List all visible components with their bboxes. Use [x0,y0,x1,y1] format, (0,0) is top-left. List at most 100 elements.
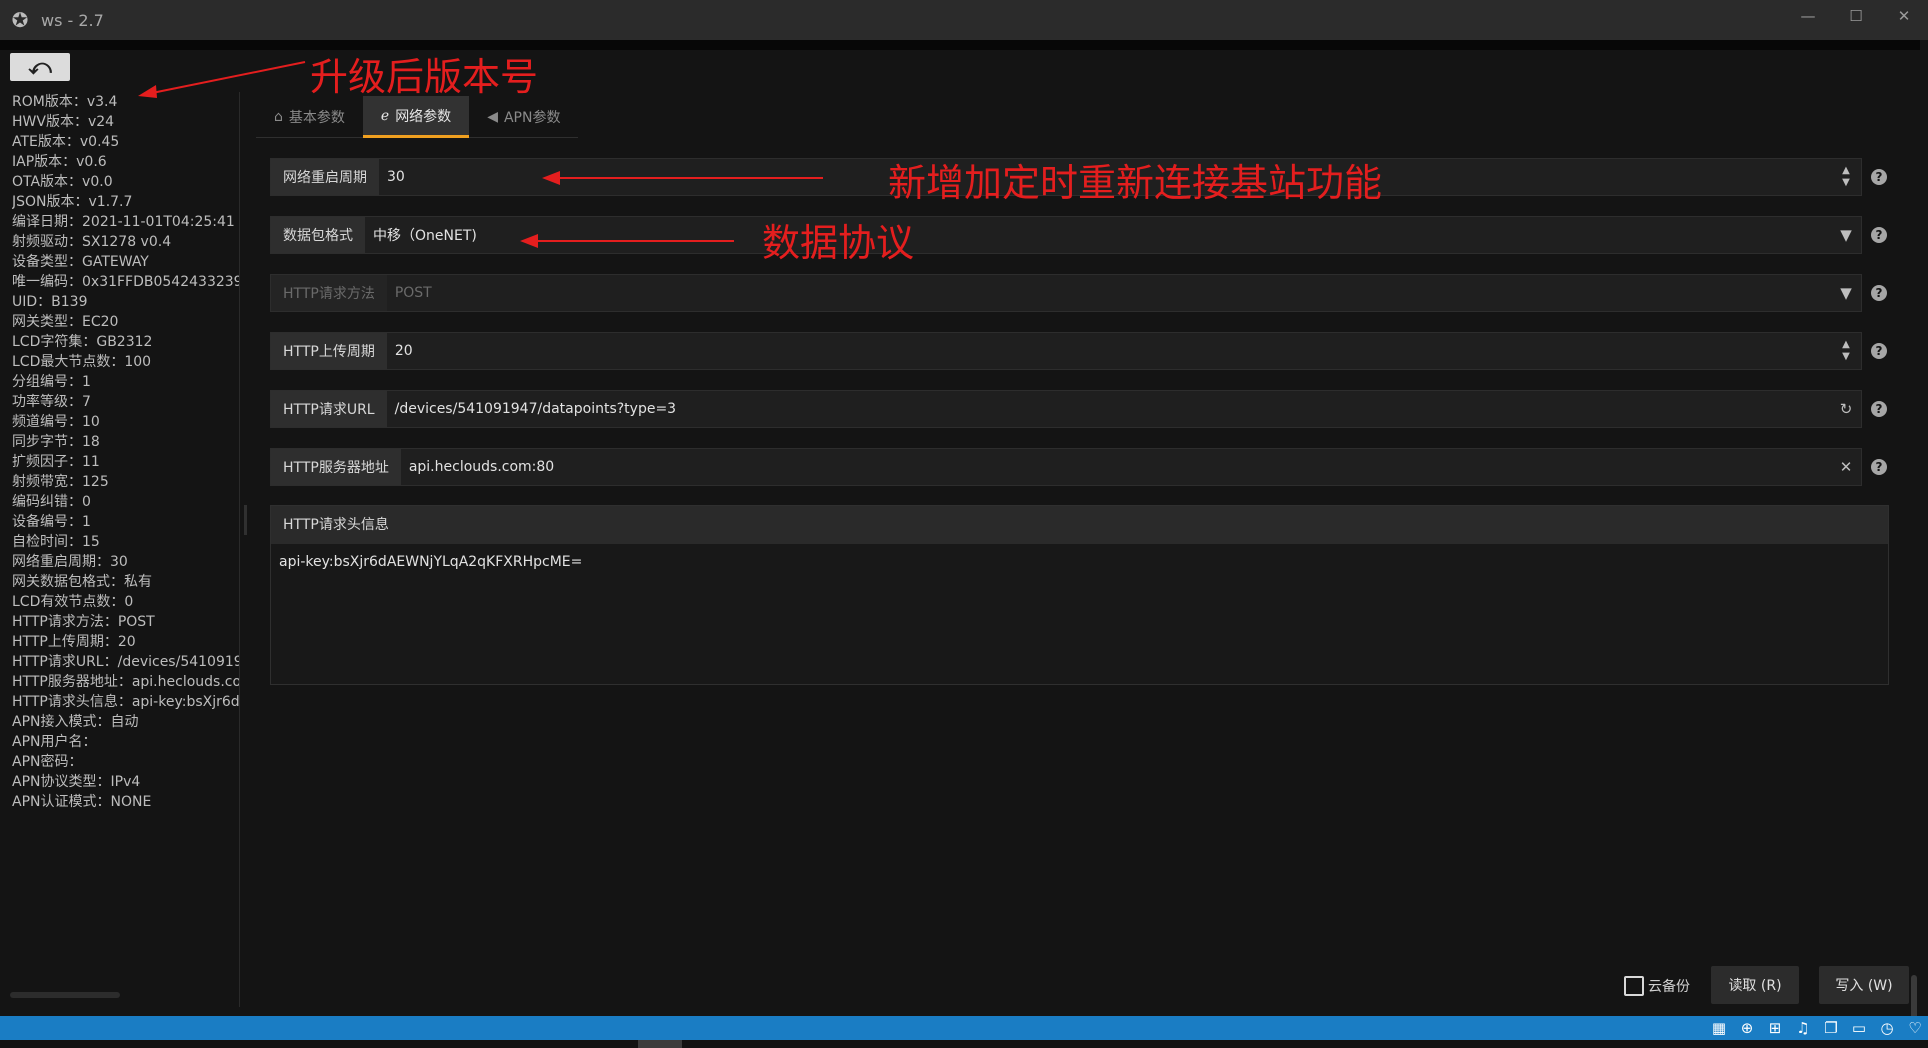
spinner-stepper[interactable]: ▲ ▼ [1831,333,1861,369]
title-divider [0,40,1920,50]
annotation-arrow-version [138,61,306,98]
info-row: IAP版本：v0.6 [12,154,107,170]
refresh-icon[interactable]: ↻ [1831,391,1861,427]
clock-icon[interactable]: ◷ [1878,1019,1896,1037]
help-icon[interactable]: ? [1871,285,1887,301]
chevron-down-icon[interactable]: ▼ [1831,217,1861,253]
panel-divider [239,92,240,1007]
http-method-select[interactable]: POST [387,285,1831,301]
http-header-textarea[interactable]: api-key:bsXjr6dAEWNjYLqA2qKFXRHpcME= [271,544,1888,570]
bottom-strip [0,1040,1928,1048]
back-button[interactable]: ⤺ [10,53,70,81]
maximize-icon[interactable]: ☐ [1832,0,1880,32]
info-row: 设备编号：1 [12,514,91,530]
info-row: 编码纠错：0 [12,494,91,510]
http-header-box: HTTP请求头信息 api-key:bsXjr6dAEWNjYLqA2qKFXR… [270,505,1889,685]
globe-icon[interactable]: ⊕ [1738,1019,1756,1037]
http-url-field: HTTP请求URL /devices/541091947/datapoints?… [270,390,1862,428]
http-upload-period-input[interactable]: 20 [387,343,1831,359]
info-row: HTTP服务器地址：api.heclouds.com [12,674,240,690]
info-row: APN协议类型：IPv4 [12,774,141,790]
annotation-version: 升级后版本号 [310,55,539,99]
monitor-icon[interactable]: ▭ [1850,1019,1868,1037]
http-server-input[interactable]: api.heclouds.com:80 [401,459,1831,475]
info-row: APN用户名： [12,734,97,750]
info-row: 功率等级：7 [12,394,91,410]
left-panel-scrollbar[interactable] [10,992,120,998]
app-logo-icon: ✪ [11,8,29,32]
help-icon[interactable]: ? [1871,169,1887,185]
info-row: LCD字符集：GB2312 [12,334,153,350]
help-icon[interactable]: ? [1871,343,1887,359]
chevron-down-icon[interactable]: ▼ [1831,275,1861,311]
info-row: 设备类型：GATEWAY [12,254,149,270]
info-row: HTTP请求头信息：api-key:bsXjr6dAE [12,694,240,710]
close-icon[interactable]: ✕ [1880,0,1928,32]
tab-network-params[interactable]: ℯ 网络参数 [362,96,470,138]
info-row: HTTP请求URL：/devices/541091947 [12,654,240,670]
packet-format-field: 数据包格式 中移（OneNET) ▼ [270,216,1862,254]
info-row: 频道编号：10 [12,414,100,430]
info-row: HTTP请求方法：POST [12,614,155,630]
info-row: HWV版本：v24 [12,114,115,130]
annotation-protocol: 数据协议 [762,221,915,265]
spin-up-icon[interactable]: ▲ [1842,165,1850,177]
info-row: JSON版本：v1.7.7 [12,194,133,210]
spinner-stepper[interactable]: ▲ ▼ [1831,159,1861,195]
minimize-icon[interactable]: — [1784,0,1832,32]
spin-down-icon[interactable]: ▼ [1842,351,1850,363]
spin-up-icon[interactable]: ▲ [1842,339,1850,351]
window-title: ws - 2.7 [41,10,104,30]
info-row: APN认证模式：NONE [12,794,152,810]
info-row: HTTP上传周期：20 [12,634,136,650]
info-row: LCD最大节点数：100 [12,354,152,370]
annotation-arrow-reconnect [542,171,823,185]
device-info-list: ROM版本：v3.4 HWV版本：v24 ATE版本：v0.45 IAP版本：v… [12,92,240,812]
http-upload-period-field: HTTP上传周期 20 ▲ ▼ [270,332,1862,370]
http-method-field: HTTP请求方法 POST ▼ [270,274,1862,312]
home-icon: ⌂ [274,109,283,125]
info-row: 网关类型：EC20 [12,314,119,330]
cloud-backup-checkbox[interactable]: 云备份 [1624,976,1690,996]
clear-icon[interactable]: ✕ [1831,449,1861,485]
window-controls: — ☐ ✕ [1784,0,1928,32]
info-row: 网关数据包格式：私有 [12,574,152,590]
info-row: ATE版本：v0.45 [12,134,120,150]
help-icon[interactable]: ? [1871,227,1887,243]
write-button[interactable]: 写入 (W) [1819,966,1909,1004]
http-method-label: HTTP请求方法 [271,275,387,311]
help-icon[interactable]: ? [1871,401,1887,417]
arrow-back-icon: ⤺ [28,54,52,80]
read-button[interactable]: 读取 (R) [1711,966,1799,1004]
info-row: 网络重启周期：30 [12,554,128,570]
bell-icon[interactable]: ♫ [1794,1019,1812,1037]
info-row: 分组编号：1 [12,374,91,390]
http-url-label: HTTP请求URL [271,391,387,427]
http-header-label: HTTP请求头信息 [271,506,1888,544]
copy-icon[interactable]: ❐ [1822,1019,1840,1037]
checkbox-icon[interactable] [1624,976,1644,996]
info-row: LCD有效节点数：0 [12,594,134,610]
taskbar-indicator [638,1040,682,1048]
heart-icon[interactable]: ♡ [1906,1019,1924,1037]
splitter-handle[interactable] [244,505,247,535]
info-row: APN接入模式：自动 [12,714,139,730]
title-bar: ✪ ws - 2.7 — ☐ ✕ [0,0,1928,40]
tab-label: 网络参数 [395,108,452,125]
tab-apn-params[interactable]: ◀ APN参数 [469,96,578,138]
http-upload-period-label: HTTP上传周期 [271,333,387,369]
spin-down-icon[interactable]: ▼ [1842,177,1850,189]
http-server-label: HTTP服务器地址 [271,449,401,485]
restart-period-label: 网络重启周期 [271,159,379,195]
tab-label: APN参数 [503,110,561,126]
http-server-field: HTTP服务器地址 api.heclouds.com:80 ✕ [270,448,1862,486]
tray-icons: ▦ ⊕ ⊞ ♫ ❐ ▭ ◷ ♡ [1710,1016,1924,1040]
info-row: OTA版本：v0.0 [12,174,113,190]
annotation-arrow-protocol [520,234,734,248]
info-row: 射频带宽：125 [12,474,109,490]
grid-icon[interactable]: ▦ [1710,1019,1728,1037]
add-window-icon[interactable]: ⊞ [1766,1019,1784,1037]
packet-format-label: 数据包格式 [271,217,365,253]
http-url-input[interactable]: /devices/541091947/datapoints?type=3 [387,401,1831,417]
help-icon[interactable]: ? [1871,459,1887,475]
